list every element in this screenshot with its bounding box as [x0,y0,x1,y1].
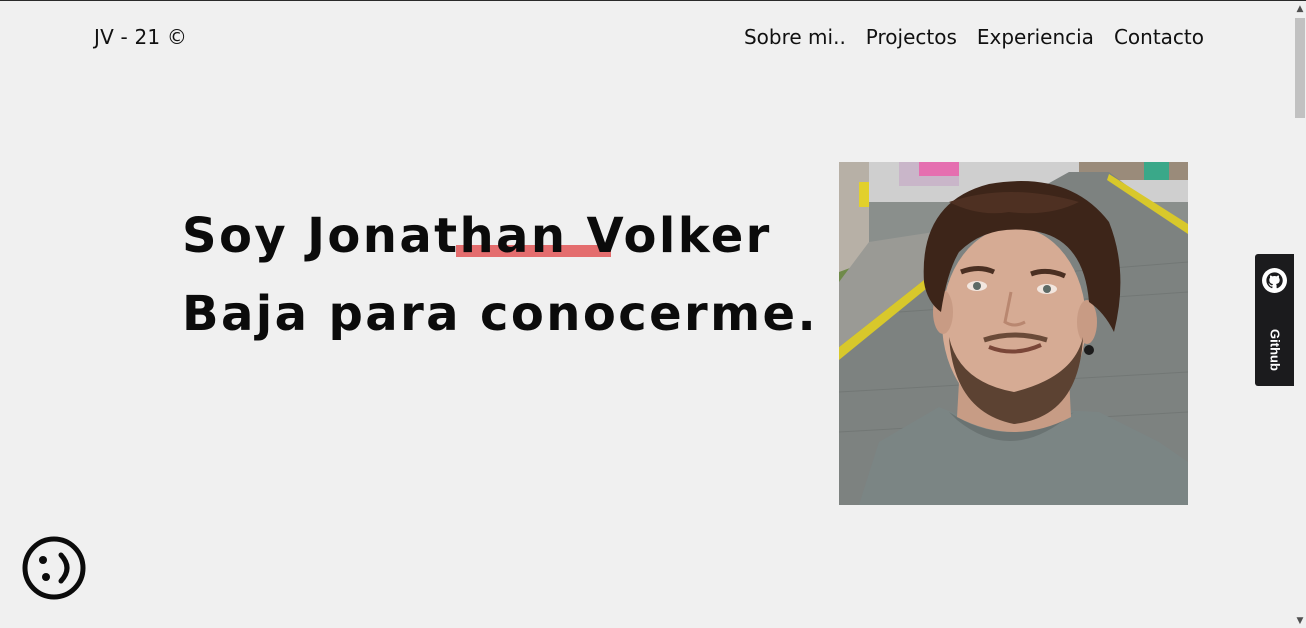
nav-link-experiencia[interactable]: Experiencia [977,25,1094,49]
hero-title: Soy Jonathan Volker [182,208,772,264]
main-nav: Sobre mi.. Projectos Experiencia Contact… [744,25,1204,49]
nav-link-contacto[interactable]: Contacto [1114,25,1204,49]
github-tab[interactable]: Github [1255,254,1294,386]
scroll-up-arrow-icon[interactable]: ▲ [1295,3,1305,15]
hero-subtitle: Baja para conocerme. [182,286,819,342]
github-tab-label: Github [1267,329,1282,371]
site-logo[interactable]: JV - 21 © [94,25,187,49]
nav-link-sobre-mi[interactable]: Sobre mi.. [744,25,846,49]
hero-line-2: Baja para conocerme. [182,275,818,353]
page-scrollbar[interactable]: ▲ ▼ [1294,1,1306,628]
scrollbar-thumb[interactable] [1295,18,1305,118]
hero-heading: Soy Jonathan Volker Baja para conocerme. [182,197,818,353]
nav-link-projectos[interactable]: Projectos [866,25,957,49]
profile-photo [839,162,1188,505]
hero-line-1: Soy Jonathan Volker [182,197,818,275]
scroll-down-arrow-icon[interactable]: ▼ [1295,615,1305,627]
smiley-icon[interactable] [21,535,87,601]
page: JV - 21 © Sobre mi.. Projectos Experienc… [0,0,1306,628]
github-icon [1262,268,1287,293]
